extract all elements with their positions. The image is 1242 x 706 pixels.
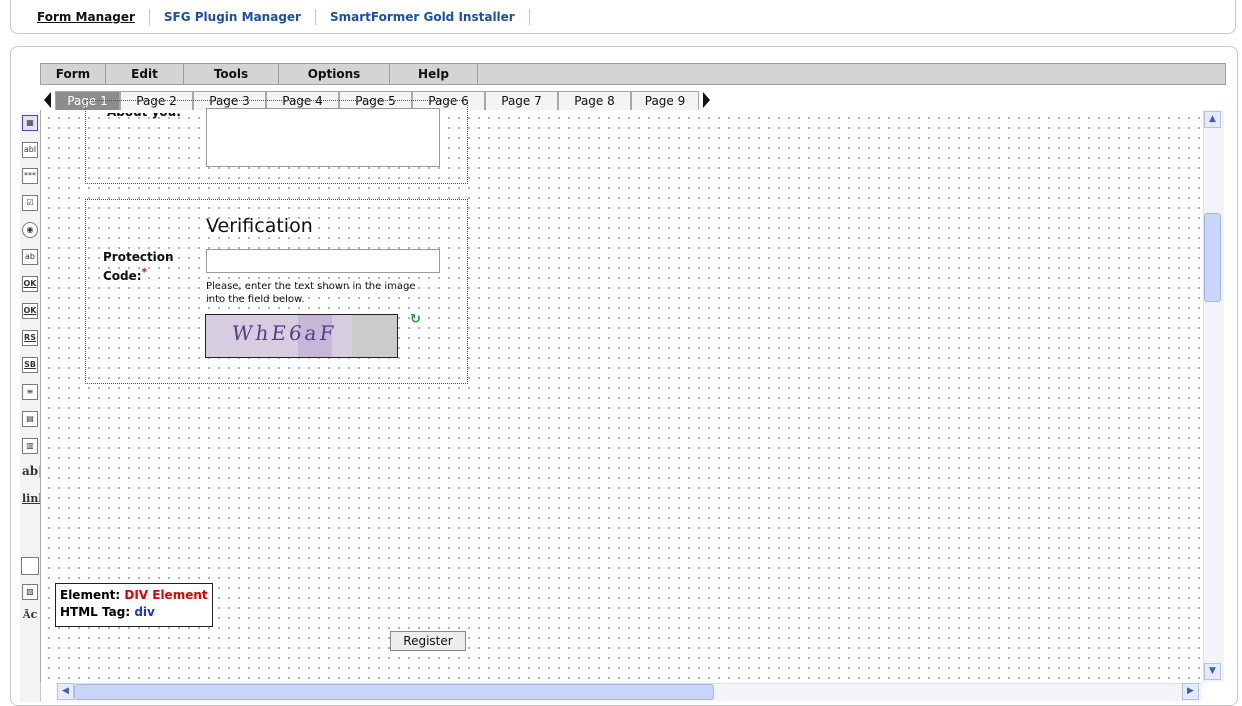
html-tag-row: HTML Tag: div	[60, 604, 208, 621]
top-navigation: Form Manager SFG Plugin Manager SmartFor…	[10, 0, 1236, 34]
tab-page-7[interactable]: Page 7	[485, 91, 558, 110]
password-icon[interactable]: ***	[22, 168, 38, 184]
checkbox-icon[interactable]: ☑	[22, 195, 38, 211]
radio-icon[interactable]: ◉	[22, 222, 38, 238]
image-icon[interactable]: ▨	[22, 584, 38, 600]
element-info-tooltip: Element: DIV Element HTML Tag: div	[55, 583, 213, 627]
html-tag-label: HTML Tag:	[60, 605, 131, 619]
scroll-right-icon[interactable]: ▶	[1182, 683, 1199, 700]
menu-options[interactable]: Options	[279, 64, 390, 84]
nav-link-sfg-plugin-manager[interactable]: SFG Plugin Manager	[150, 9, 316, 25]
scroll-left-icon[interactable]: ◀	[57, 683, 74, 700]
toolbox: ▦ abl *** ☑ ◉ ab OK OK RS SB ≡ ▤ ▥ ab| l…	[20, 112, 46, 702]
element-value: DIV Element	[124, 588, 208, 602]
nav-link-smartformer-installer[interactable]: SmartFormer Gold Installer	[316, 9, 530, 25]
captcha-image: WhE6aF	[205, 314, 398, 358]
protection-code-label-line2: Code:	[103, 269, 142, 283]
scroll-down-icon[interactable]: ▼	[1204, 663, 1221, 680]
protection-code-label-line1: Protection	[103, 250, 174, 264]
element-info-row: Element: DIV Element	[60, 587, 208, 604]
textfield-icon[interactable]: abl	[22, 142, 38, 158]
captcha-text: WhE6aF	[230, 321, 339, 345]
list-icon[interactable]: ≡	[22, 384, 38, 400]
label-icon[interactable]: ab|	[22, 464, 43, 480]
ok-button-2-icon[interactable]: OK	[22, 303, 38, 319]
scroll-up-icon[interactable]: ▲	[1204, 111, 1221, 128]
ok-button-1-icon[interactable]: OK	[22, 276, 38, 292]
div-icon[interactable]	[21, 557, 39, 575]
element-label: Element:	[60, 588, 121, 602]
tab-page-8[interactable]: Page 8	[558, 91, 631, 110]
reset-icon[interactable]: RS	[22, 330, 38, 346]
required-mark: *	[141, 267, 147, 278]
captcha-hint-line2: into the field below.	[206, 294, 305, 305]
vertical-scroll-thumb[interactable]	[1204, 213, 1221, 302]
nav-link-form-manager[interactable]: Form Manager	[37, 9, 150, 25]
design-canvas[interactable]	[40, 110, 1201, 682]
top-nav-links: Form Manager SFG Plugin Manager SmartFor…	[37, 9, 530, 25]
link-icon[interactable]: link	[22, 492, 46, 508]
protection-code-label: Code:*	[103, 265, 147, 284]
captcha-hint-line1: Please, enter the text shown in the imag…	[206, 281, 416, 292]
select-icon[interactable]: ▤	[22, 411, 38, 427]
next-page-arrow-icon[interactable]	[703, 92, 710, 108]
textarea-icon[interactable]: ab	[22, 249, 38, 265]
menu-edit[interactable]: Edit	[106, 64, 184, 84]
menu-form[interactable]: Form	[41, 64, 106, 84]
multiselect-icon[interactable]: ▥	[22, 438, 38, 454]
spellcheck-icon[interactable]: A͂c	[22, 608, 38, 624]
about-you-textarea[interactable]	[206, 108, 440, 167]
refresh-captcha-icon[interactable]: ↻	[410, 312, 421, 327]
tab-page-9[interactable]: Page 9	[631, 91, 699, 110]
vertical-scrollbar[interactable]	[1203, 110, 1224, 682]
register-button[interactable]: Register	[390, 631, 466, 651]
verification-heading: Verification	[206, 215, 313, 237]
pointer-icon[interactable]: ▦	[22, 115, 38, 131]
menu-bar: Form Edit Tools Options Help	[40, 63, 1226, 85]
prev-page-arrow-icon[interactable]	[44, 92, 51, 108]
submit-icon[interactable]: SB	[22, 357, 38, 373]
menu-tools[interactable]: Tools	[184, 64, 279, 84]
html-tag-value: div	[134, 605, 155, 619]
protection-code-input[interactable]	[206, 249, 440, 273]
menu-help[interactable]: Help	[390, 64, 478, 84]
horizontal-scroll-thumb[interactable]	[74, 684, 714, 700]
